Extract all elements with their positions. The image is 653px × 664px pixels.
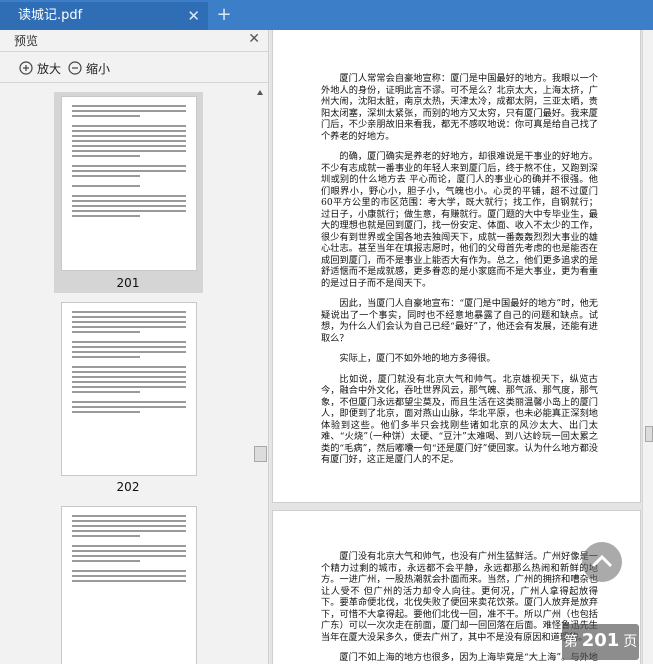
paragraph: 因此，当厦门人自豪地宣布：“厦门是中国最好的地方”时，他无疑说出了一个事实，同时… (321, 298, 598, 344)
sidebar-title: 预览 (14, 34, 39, 48)
scroll-to-top-icon (591, 554, 613, 568)
new-tab-button[interactable]: + (214, 4, 234, 26)
scrollbar-thumb[interactable] (645, 426, 653, 442)
paragraph: 厦门人常常会自豪地宣称：厦门是中国最好的地方。我眼以一个外地人的身份，证明此言不… (321, 73, 598, 142)
paragraph: 实际上，厦门不如外地的地方多得很。 (339, 353, 496, 364)
thumbnail-page[interactable] (61, 96, 197, 271)
page-indicator-prefix: 第 (563, 634, 578, 650)
page-indicator: 第 201 页 (562, 624, 639, 660)
preview-sidebar: 预览 ✕ 放大 缩小 201 202 (0, 30, 269, 664)
sidebar-header: 预览 ✕ (0, 30, 268, 52)
thumbnail-list: 201 202 (0, 84, 253, 664)
zoom-out-button[interactable]: 缩小 (68, 58, 110, 78)
zoom-toolbar: 放大 缩小 (0, 53, 268, 83)
zoom-in-label: 放大 (37, 61, 62, 76)
page-indicator-suffix: 页 (623, 634, 638, 650)
scroll-up-icon[interactable] (257, 90, 263, 95)
zoom-in-icon (19, 61, 33, 75)
close-tab-icon[interactable]: ✕ (187, 2, 200, 30)
document-tab-title: 读城记.pdf (18, 8, 83, 23)
document-scrollbar[interactable] (642, 30, 653, 664)
thumbnail-page[interactable] (61, 506, 197, 664)
sidebar-scrollbar[interactable] (253, 84, 268, 664)
thumbnail-page-number: 201 (116, 276, 140, 290)
document-tab[interactable]: 读城记.pdf ✕ (0, 2, 208, 30)
paragraph: 比如说，厦门就没有北京大气和帅气。北京雄视天下，纵览古今，融合中外文化，吞吐世界… (321, 373, 598, 466)
thumbnail-page-number: 202 (116, 480, 140, 494)
page-text: 厦门人常常会自豪地宣称：厦门是中国最好的地方。我眼以一个外地人的身份，证明此言不… (321, 73, 598, 475)
paragraph: 的确，厦门确实是养老的好地方，却很难说是干事业的好地方。不少有志成就一番事业的年… (321, 151, 598, 289)
page-text: 厦门没有北京大气和帅气，也没有广州生猛鲜活。广州好像是一个精力过剩的城市，永远都… (321, 551, 598, 664)
zoom-in-button[interactable]: 放大 (19, 58, 61, 78)
thumbnail-page[interactable] (61, 302, 197, 476)
scrollbar-thumb[interactable] (254, 446, 267, 462)
scroll-to-top-button[interactable] (582, 542, 622, 582)
paragraph: 厦门不如上海的地方也很多，因为上海毕竟是“大上海”。与外地上海人被讥为“大城市，… (321, 652, 598, 664)
tab-bar: 读城记.pdf ✕ + (0, 0, 653, 30)
page-indicator-number: 201 (581, 630, 620, 651)
paragraph: 厦门没有北京大气和帅气，也没有广州生猛鲜活。广州好像是一个精力过剩的城市，永远都… (321, 551, 598, 643)
zoom-out-icon (68, 61, 82, 75)
document-page: 厦门人常常会自豪地宣称：厦门是中国最好的地方。我眼以一个外地人的身份，证明此言不… (272, 30, 641, 503)
zoom-out-label: 缩小 (86, 61, 111, 76)
sidebar-close-icon[interactable]: ✕ (248, 31, 260, 47)
